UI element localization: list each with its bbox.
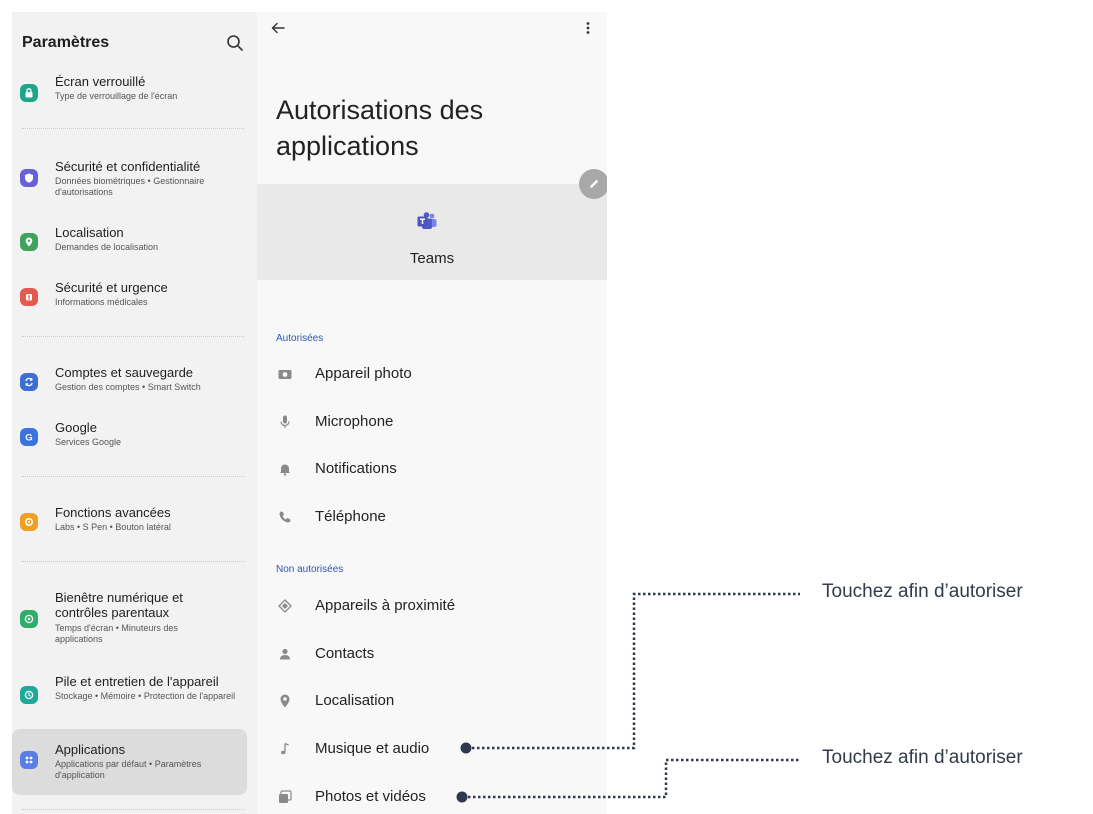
sidebar-item-battery-device-care[interactable]: Pile et entretien de l'appareil Stockage… bbox=[12, 674, 257, 718]
sidebar-item-title: Fonctions avancées bbox=[55, 505, 171, 520]
sidebar-header: Paramètres bbox=[22, 34, 247, 60]
sidebar-item-digital-wellbeing[interactable]: Bienêtre numérique et contrôles parentau… bbox=[12, 590, 257, 650]
sidebar-item-subtitle: Gestion des comptes • Smart Switch bbox=[55, 382, 201, 392]
sidebar-item-location[interactable]: Localisation Demandes de localisation bbox=[12, 225, 257, 261]
pencil-icon[interactable] bbox=[579, 169, 607, 199]
sidebar-item-title: Comptes et sauvegarde bbox=[55, 365, 194, 380]
permission-music-audio[interactable]: Musique et audio bbox=[257, 733, 607, 767]
section-allowed-label: Autorisées bbox=[276, 333, 324, 344]
sidebar-item-subtitle: Type de verrouillage de l'écran bbox=[55, 91, 178, 101]
sidebar-item-title: Localisation bbox=[55, 225, 124, 240]
svg-text:G: G bbox=[25, 432, 32, 443]
bell-icon bbox=[277, 461, 293, 477]
sidebar-item-subtitle: Demandes de localisation bbox=[55, 242, 159, 252]
permission-phone[interactable]: Téléphone bbox=[257, 501, 607, 535]
gear-plus-icon bbox=[20, 513, 38, 531]
permission-camera[interactable]: Appareil photo bbox=[257, 358, 607, 392]
sidebar-item-accounts-backup[interactable]: Comptes et sauvegarde Gestion des compte… bbox=[12, 365, 257, 401]
callout-label: Touchez afin d’autoriser bbox=[822, 747, 1023, 768]
permission-contacts[interactable]: Contacts bbox=[257, 638, 607, 672]
permission-label: Musique et audio bbox=[315, 740, 430, 757]
app-name: Teams bbox=[409, 250, 455, 267]
sync-icon bbox=[20, 373, 38, 391]
sidebar-item-title: Google bbox=[55, 420, 97, 435]
sidebar-item-title: Bienêtre numérique et contrôles parentau… bbox=[55, 590, 183, 620]
nearby-devices-icon bbox=[277, 598, 293, 614]
sidebar-item-title: Sécurité et urgence bbox=[55, 280, 168, 295]
sidebar-item-google[interactable]: G Google Services Google bbox=[12, 420, 257, 456]
divider bbox=[22, 128, 244, 129]
device-care-icon bbox=[20, 686, 38, 704]
divider bbox=[22, 809, 244, 810]
permission-label: Appareils à proximité bbox=[315, 597, 456, 614]
permission-label: Notifications bbox=[315, 460, 397, 477]
permission-microphone[interactable]: Microphone bbox=[257, 406, 607, 440]
shield-icon bbox=[20, 169, 38, 187]
photos-icon bbox=[277, 789, 293, 805]
callout-label: Touchez afin d’autoriser bbox=[822, 581, 1023, 602]
divider bbox=[22, 561, 244, 562]
divider bbox=[22, 476, 244, 477]
camera-icon bbox=[277, 366, 293, 382]
wellbeing-icon bbox=[20, 610, 38, 628]
permission-label: Téléphone bbox=[315, 508, 386, 525]
permission-notifications[interactable]: Notifications bbox=[257, 453, 607, 487]
sidebar-item-subtitle: Données biométriques • Gestionnaire d'au… bbox=[55, 176, 205, 197]
sidebar-item-security-privacy[interactable]: Sécurité et confidentialité Données biom… bbox=[12, 157, 257, 201]
app-card: Teams bbox=[257, 184, 607, 280]
page-title: Autorisations des applications bbox=[276, 95, 484, 161]
permission-label: Microphone bbox=[315, 413, 394, 430]
location-pin-icon bbox=[20, 233, 38, 251]
sidebar-title: Paramètres bbox=[22, 34, 110, 51]
sidebar-item-subtitle: Stockage • Mémoire • Protection de l'app… bbox=[55, 691, 236, 701]
contacts-icon bbox=[277, 646, 293, 662]
permission-location[interactable]: Localisation bbox=[257, 685, 607, 719]
google-icon: G bbox=[20, 428, 38, 446]
apps-grid-icon bbox=[20, 751, 38, 769]
permission-label: Contacts bbox=[315, 645, 375, 662]
sidebar-item-subtitle: Applications par défaut • Paramètres d'a… bbox=[55, 759, 202, 780]
section-denied-label: Non autorisées bbox=[276, 564, 344, 575]
sidebar-item-title: Applications bbox=[55, 742, 126, 757]
sidebar-item-lock-screen[interactable]: Écran verrouillé Type de verrouillage de… bbox=[12, 72, 257, 112]
permission-label: Localisation bbox=[315, 692, 395, 709]
location-pin-icon bbox=[277, 693, 293, 709]
sidebar-item-safety-emergency[interactable]: Sécurité et urgence Informations médical… bbox=[12, 280, 257, 316]
music-note-icon bbox=[277, 741, 293, 757]
lock-icon bbox=[20, 84, 38, 102]
sidebar-item-subtitle: Services Google bbox=[55, 437, 122, 447]
sidebar-item-advanced-features[interactable]: Fonctions avancées Labs • S Pen • Bouton… bbox=[12, 505, 257, 541]
sidebar-item-subtitle: Informations médicales bbox=[55, 297, 148, 307]
permission-label: Appareil photo bbox=[315, 365, 412, 382]
microphone-icon bbox=[277, 414, 293, 430]
app-permissions-panel: Autorisations des applications Teams Aut… bbox=[257, 12, 607, 814]
search-icon[interactable] bbox=[225, 33, 245, 53]
sidebar-item-title: Écran verrouillé bbox=[55, 74, 146, 89]
permission-nearby-devices[interactable]: Appareils à proximité bbox=[257, 590, 607, 624]
back-arrow-icon[interactable] bbox=[270, 20, 286, 36]
sidebar-item-applications[interactable]: Applications Applications par défaut • P… bbox=[12, 729, 257, 795]
emergency-icon bbox=[20, 288, 38, 306]
settings-sidebar: Paramètres Écran verrouillé Type de verr… bbox=[12, 12, 257, 814]
sidebar-item-title: Pile et entretien de l'appareil bbox=[55, 674, 219, 689]
teams-logo-icon bbox=[416, 211, 438, 231]
phone-icon bbox=[277, 509, 293, 525]
sidebar-item-subtitle: Labs • S Pen • Bouton latéral bbox=[55, 522, 171, 532]
divider bbox=[22, 336, 244, 337]
permission-label: Photos et vidéos bbox=[315, 788, 426, 805]
permission-photos-videos[interactable]: Photos et vidéos bbox=[257, 781, 607, 814]
sidebar-item-subtitle: Temps d'écran • Minuteurs des applicatio… bbox=[55, 623, 178, 644]
more-vertical-icon[interactable] bbox=[585, 20, 591, 36]
sidebar-item-title: Sécurité et confidentialité bbox=[55, 159, 201, 174]
